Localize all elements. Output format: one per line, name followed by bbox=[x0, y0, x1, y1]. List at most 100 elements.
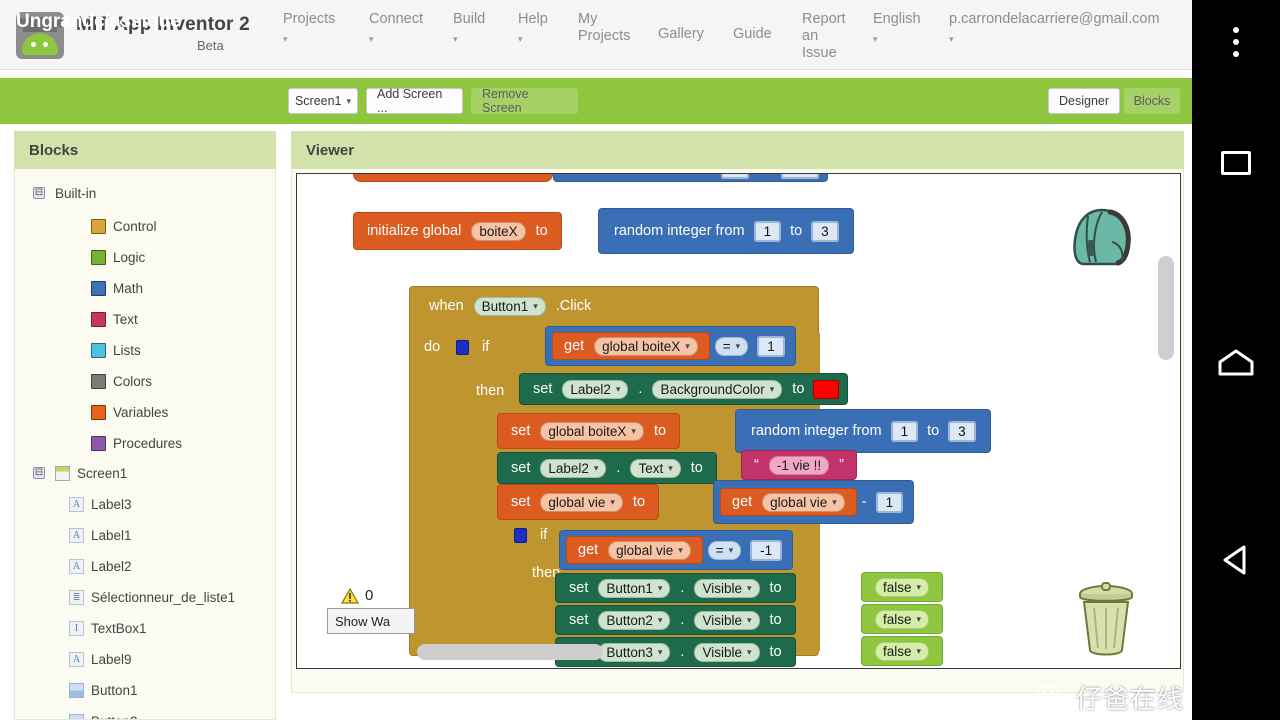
block-get-global-vie-1[interactable]: get global vie ▾ bbox=[720, 488, 857, 516]
random-from-value[interactable]: 1 bbox=[890, 420, 919, 442]
block-partial-blue[interactable] bbox=[553, 174, 828, 182]
boolean-dropdown[interactable]: false ▾ bbox=[875, 577, 930, 597]
collapse-toggle-icon[interactable]: ⊟ bbox=[33, 187, 45, 199]
blocks-toggle-button[interactable]: Blocks bbox=[1124, 88, 1180, 114]
block-compare-vie[interactable]: get global vie ▾ = ▾ -1 bbox=[559, 530, 794, 570]
tree-item-text[interactable]: Text bbox=[91, 308, 138, 330]
screen-selector-dropdown[interactable]: Screen1 ▾ bbox=[288, 88, 358, 114]
block-random-integer-2[interactable]: random integer from 1 to 3 bbox=[735, 409, 991, 453]
home-icon[interactable] bbox=[1192, 333, 1280, 393]
tree-item-label2[interactable]: A Label2 bbox=[69, 555, 132, 577]
block-set-label2-text[interactable]: set Label2 ▾ . Text ▾ to bbox=[497, 452, 717, 484]
tree-item-procedures[interactable]: Procedures bbox=[91, 432, 182, 454]
number-socket[interactable] bbox=[781, 174, 819, 179]
nav-connect[interactable]: Connect ▾ bbox=[369, 11, 431, 48]
block-set-global-boitex[interactable]: set global boiteX ▾ to bbox=[497, 413, 681, 449]
random-from-value[interactable]: 1 bbox=[753, 220, 782, 242]
tree-item-listpicker[interactable]: ≣ Sélectionneur_de_liste1 bbox=[69, 586, 235, 608]
tree-node-screen1[interactable]: ⊟ Screen1 bbox=[33, 462, 127, 484]
number-socket[interactable] bbox=[721, 174, 749, 179]
component-dropdown[interactable]: Button2 ▾ bbox=[598, 610, 671, 630]
property-dropdown[interactable]: BackgroundColor ▾ bbox=[652, 379, 783, 399]
tree-item-colors[interactable]: Colors bbox=[91, 370, 152, 392]
block-set-button2-visible[interactable]: set Button2 ▾ . Visible ▾ to bbox=[555, 605, 796, 635]
property-dropdown[interactable]: Visible ▾ bbox=[694, 578, 760, 598]
nav-help[interactable]: Help ▾ bbox=[518, 11, 558, 48]
string-value-field[interactable]: -1 vie !! bbox=[768, 455, 830, 475]
backpack-icon[interactable] bbox=[1068, 204, 1140, 270]
property-dropdown[interactable]: Visible ▾ bbox=[694, 610, 760, 630]
nav-account-email[interactable]: p.carrondelacarriere@gmail.com ▾ bbox=[949, 11, 1179, 48]
variable-name-field[interactable]: boiteX bbox=[471, 221, 526, 241]
blocks-canvas[interactable]: initialize global boiteX to random integ… bbox=[296, 173, 1181, 669]
tree-item-lists[interactable]: Lists bbox=[91, 339, 141, 361]
designer-toggle-button[interactable]: Designer bbox=[1048, 88, 1120, 114]
show-warnings-button[interactable]: Show Wa bbox=[327, 608, 415, 634]
color-block-red[interactable] bbox=[813, 379, 840, 399]
nav-report-an-issue[interactable]: Report an Issue bbox=[802, 11, 854, 62]
block-get-global-vie-2[interactable]: get global vie ▾ bbox=[566, 536, 703, 564]
boolean-dropdown[interactable]: false ▾ bbox=[875, 641, 930, 661]
variable-dropdown[interactable]: global vie ▾ bbox=[540, 492, 623, 512]
tree-item-textbox1[interactable]: I TextBox1 bbox=[69, 617, 147, 639]
boolean-dropdown[interactable]: false ▾ bbox=[875, 609, 930, 629]
add-screen-button[interactable]: Add Screen ... bbox=[366, 87, 463, 115]
nav-gallery[interactable]: Gallery bbox=[658, 26, 714, 43]
block-text-string[interactable]: “ -1 vie !! ” bbox=[741, 450, 857, 480]
recents-icon[interactable] bbox=[1192, 133, 1280, 193]
nav-projects[interactable]: Projects ▾ bbox=[283, 11, 347, 48]
block-set-global-vie[interactable]: set global vie ▾ to bbox=[497, 484, 660, 520]
tree-item-label1[interactable]: A Label1 bbox=[69, 524, 132, 546]
block-get-global-boitex[interactable]: get global boiteX ▾ bbox=[552, 332, 710, 360]
variable-dropdown[interactable]: global vie ▾ bbox=[762, 492, 845, 512]
component-dropdown[interactable]: Label2 ▾ bbox=[540, 458, 607, 478]
tree-item-label3[interactable]: A Label3 bbox=[69, 493, 132, 515]
remove-screen-button[interactable]: Remove Screen bbox=[471, 87, 578, 115]
nav-build[interactable]: Build ▾ bbox=[453, 11, 499, 48]
variable-dropdown[interactable]: global boiteX ▾ bbox=[594, 336, 698, 356]
canvas-vertical-scrollbar[interactable] bbox=[1158, 256, 1174, 360]
tree-item-logic[interactable]: Logic bbox=[91, 246, 145, 268]
canvas-horizontal-scrollbar[interactable] bbox=[417, 644, 603, 660]
mutator-icon[interactable] bbox=[456, 339, 469, 355]
property-dropdown[interactable]: Text ▾ bbox=[630, 458, 681, 478]
tree-item-math[interactable]: Math bbox=[91, 277, 143, 299]
block-subtraction[interactable]: get global vie ▾ - 1 bbox=[713, 480, 915, 524]
tree-item-label9[interactable]: A Label9 bbox=[69, 648, 132, 670]
block-compare-boitex[interactable]: get global boiteX ▾ = ▾ 1 bbox=[545, 326, 796, 366]
tree-item-button2[interactable]: Button2 bbox=[69, 710, 138, 719]
component-dropdown[interactable]: Label2 ▾ bbox=[562, 379, 629, 399]
component-dropdown[interactable]: Button3 ▾ bbox=[598, 642, 671, 662]
nav-guide[interactable]: Guide bbox=[733, 26, 781, 43]
component-dropdown[interactable]: Button1 ▾ bbox=[598, 578, 671, 598]
block-initialize-global-boitex[interactable]: initialize global boiteX to bbox=[353, 212, 562, 250]
block-logic-false-3[interactable]: false ▾ bbox=[861, 636, 944, 666]
overflow-menu-icon[interactable] bbox=[1192, 14, 1280, 70]
property-dropdown[interactable]: Visible ▾ bbox=[694, 642, 760, 662]
block-set-button1-visible[interactable]: set Button1 ▾ . Visible ▾ to bbox=[555, 573, 796, 603]
random-to-value[interactable]: 3 bbox=[811, 220, 839, 242]
subtrahend-value[interactable]: 1 bbox=[875, 491, 904, 513]
block-random-integer-1[interactable]: random integer from 1 to 3 bbox=[598, 208, 854, 254]
variable-dropdown[interactable]: global boiteX ▾ bbox=[540, 421, 644, 441]
comparison-value[interactable]: -1 bbox=[750, 539, 783, 561]
event-component-dropdown[interactable]: Button1 ▾ bbox=[473, 296, 546, 316]
variable-dropdown[interactable]: global vie ▾ bbox=[608, 540, 691, 560]
block-set-label2-backgroundcolor[interactable]: set Label2 ▾ . BackgroundColor ▾ to bbox=[519, 373, 849, 405]
back-icon[interactable] bbox=[1192, 530, 1280, 590]
random-to-value[interactable]: 3 bbox=[948, 420, 976, 442]
tree-item-control[interactable]: Control bbox=[91, 215, 157, 237]
block-partial-orange[interactable] bbox=[353, 174, 553, 182]
tree-item-button1[interactable]: Button1 bbox=[69, 679, 138, 701]
collapse-toggle-icon[interactable]: ⊟ bbox=[33, 467, 45, 479]
tree-item-variables[interactable]: Variables bbox=[91, 401, 168, 423]
block-logic-false-1[interactable]: false ▾ bbox=[861, 572, 944, 602]
block-logic-false-2[interactable]: false ▾ bbox=[861, 604, 944, 634]
trash-icon[interactable] bbox=[1067, 578, 1145, 658]
nav-language[interactable]: English ▾ bbox=[873, 11, 937, 48]
comparison-value[interactable]: 1 bbox=[757, 335, 785, 357]
if-row-1[interactable]: if bbox=[456, 339, 494, 355]
nav-my-projects[interactable]: My Projects bbox=[578, 11, 638, 45]
comparison-operator-dropdown[interactable]: = ▾ bbox=[714, 336, 749, 356]
mutator-icon[interactable] bbox=[514, 527, 527, 543]
